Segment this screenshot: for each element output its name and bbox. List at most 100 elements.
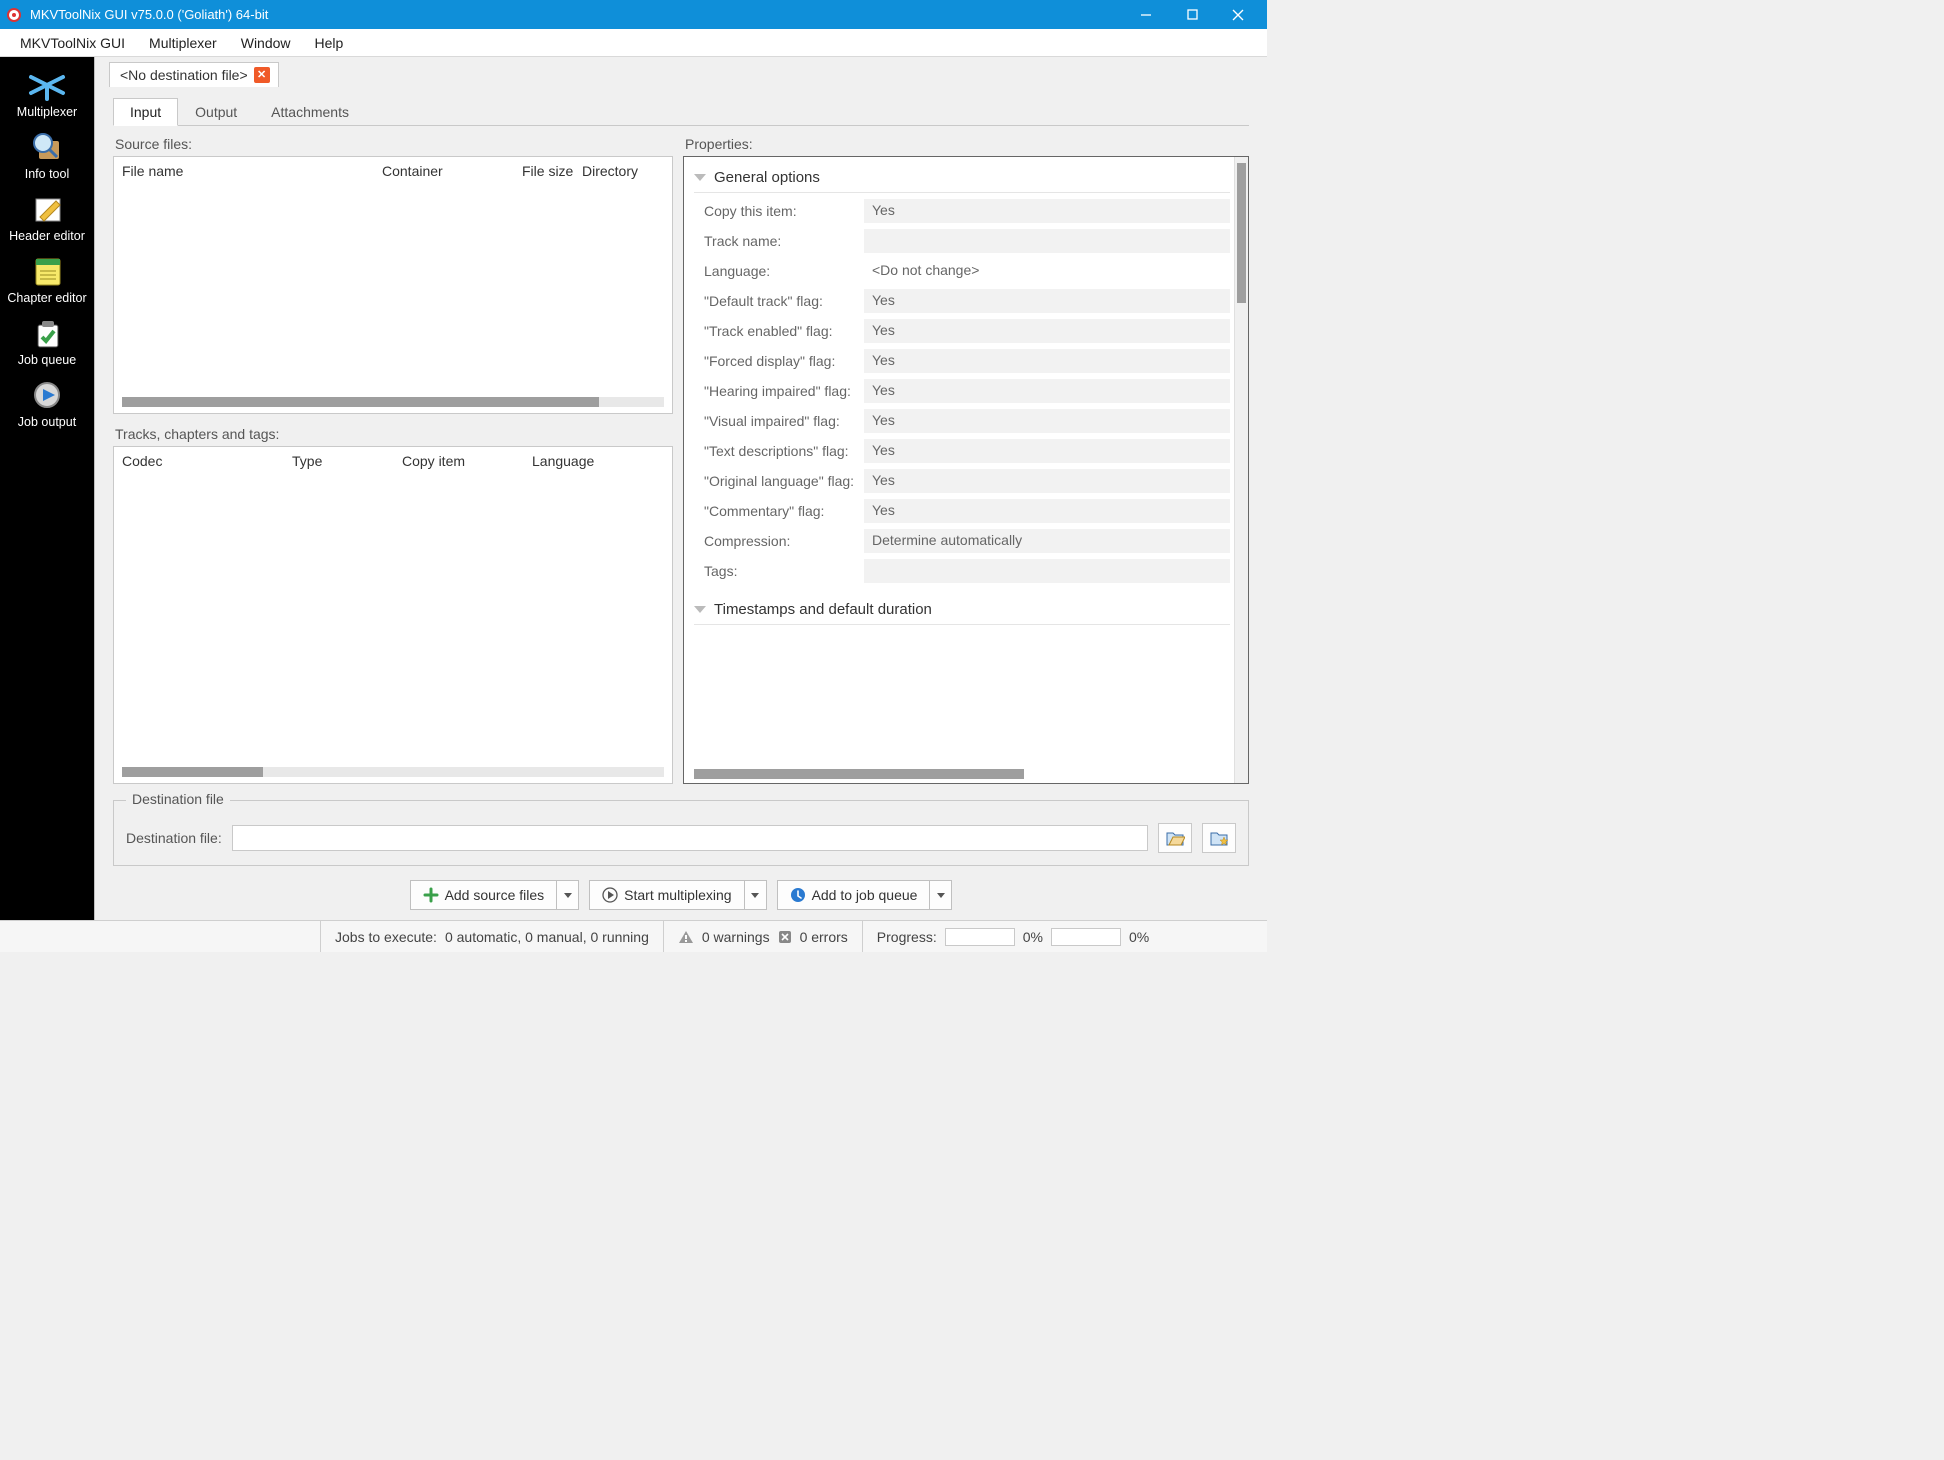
chevron-down-icon	[694, 174, 706, 181]
tab-attachments[interactable]: Attachments	[254, 98, 366, 126]
prop-label: "Forced display" flag:	[694, 353, 864, 369]
title-bar: MKVToolNix GUI v75.0.0 ('Goliath') 64-bi…	[0, 0, 1267, 29]
button-label: Add to job queue	[812, 887, 918, 903]
prop-label: "Hearing impaired" flag:	[694, 383, 864, 399]
destination-group: Destination file Destination file:	[113, 800, 1249, 866]
group-general-label: General options	[714, 169, 820, 186]
prop-value[interactable]	[864, 229, 1230, 253]
progress-percent-b: 0%	[1129, 929, 1149, 945]
sidebar-item-multiplexer[interactable]: Multiplexer	[0, 61, 94, 123]
prop-value[interactable]: Yes	[864, 349, 1230, 373]
prop-tags: Tags:	[694, 559, 1230, 583]
prop-value[interactable]: Yes	[864, 469, 1230, 493]
add-source-files-button[interactable]: Add source files	[410, 880, 558, 910]
source-files-label: Source files:	[115, 136, 673, 152]
document-tab[interactable]: <No destination file> ✕	[109, 62, 279, 87]
col-container[interactable]: Container	[382, 163, 522, 179]
main-area: <No destination file> ✕ Input Output Att…	[95, 57, 1267, 920]
tracks-table[interactable]: Codec Type Copy item Language	[113, 446, 673, 784]
status-jobs-label: Jobs to execute:	[335, 929, 437, 945]
prop-label: "Commentary" flag:	[694, 503, 864, 519]
mode-tabs: Input Output Attachments	[113, 97, 1249, 126]
prop-value[interactable]: Determine automatically	[864, 529, 1230, 553]
prop-value[interactable]: Yes	[864, 409, 1230, 433]
col-type[interactable]: Type	[292, 453, 402, 469]
prop-value[interactable]: Yes	[864, 499, 1230, 523]
sidebar-label: Multiplexer	[17, 105, 77, 119]
folder-open-icon	[1165, 829, 1185, 847]
sidebar-label: Chapter editor	[7, 291, 86, 305]
prop-label: Copy this item:	[694, 203, 864, 219]
progress-bar-a	[945, 928, 1015, 946]
sidebar-item-job-output[interactable]: Job output	[0, 371, 94, 433]
properties-panel: General options Copy this item: Yes Trac…	[683, 156, 1249, 784]
prop-label: "Track enabled" flag:	[694, 323, 864, 339]
col-filename[interactable]: File name	[122, 163, 382, 179]
destination-label: Destination file:	[126, 830, 222, 846]
prop-value[interactable]: Yes	[864, 379, 1230, 403]
job-queue-icon	[26, 315, 68, 351]
add-queue-dropdown[interactable]	[930, 880, 952, 910]
col-filesize[interactable]: File size	[522, 163, 582, 179]
prop-label: "Original language" flag:	[694, 473, 864, 489]
group-general-options[interactable]: General options	[694, 163, 1230, 193]
group-timestamps[interactable]: Timestamps and default duration	[694, 595, 1230, 625]
menu-window[interactable]: Window	[229, 31, 303, 55]
sidebar-item-info[interactable]: Info tool	[0, 123, 94, 185]
col-codec[interactable]: Codec	[122, 453, 292, 469]
start-multiplexing-button[interactable]: Start multiplexing	[589, 880, 744, 910]
tracks-columns: Codec Type Copy item Language	[114, 447, 672, 475]
sidebar-label: Job queue	[18, 353, 76, 367]
status-jobs: Jobs to execute: 0 automatic, 0 manual, …	[320, 921, 663, 952]
close-tab-icon[interactable]: ✕	[254, 67, 270, 83]
menu-multiplexer[interactable]: Multiplexer	[137, 31, 229, 55]
destination-input[interactable]	[232, 825, 1148, 851]
button-label: Start multiplexing	[624, 887, 731, 903]
prop-value[interactable]: Yes	[864, 289, 1230, 313]
menu-help[interactable]: Help	[303, 31, 356, 55]
minimize-button[interactable]	[1123, 0, 1169, 29]
tracks-scrollbar[interactable]	[122, 767, 664, 777]
prop-value[interactable]: Yes	[864, 439, 1230, 463]
col-language[interactable]: Language	[532, 453, 664, 469]
app-icon	[6, 7, 22, 23]
status-jobs-value: 0 automatic, 0 manual, 0 running	[445, 929, 649, 945]
col-directory[interactable]: Directory	[582, 163, 664, 179]
source-files-table[interactable]: File name Container File size Directory	[113, 156, 673, 414]
queue-add-icon	[790, 887, 806, 903]
menu-bar: MKVToolNix GUI Multiplexer Window Help	[0, 29, 1267, 57]
prop-label: Tags:	[694, 563, 864, 579]
action-buttons: Add source files Start multiplexing Add …	[95, 874, 1267, 920]
sidebar-item-header-editor[interactable]: Header editor	[0, 185, 94, 247]
prop-text-descriptions: "Text descriptions" flag: Yes	[694, 439, 1230, 463]
prop-visual-impaired: "Visual impaired" flag: Yes	[694, 409, 1230, 433]
open-destination-button[interactable]	[1158, 823, 1192, 853]
chapter-editor-icon	[26, 253, 68, 289]
add-source-dropdown[interactable]	[557, 880, 579, 910]
prop-value[interactable]: Yes	[864, 199, 1230, 223]
sidebar-item-job-queue[interactable]: Job queue	[0, 309, 94, 371]
progress-percent-a: 0%	[1023, 929, 1043, 945]
properties-hscrollbar[interactable]	[694, 769, 1024, 779]
error-icon	[778, 930, 792, 944]
prop-forced-display: "Forced display" flag: Yes	[694, 349, 1230, 373]
properties-vscrollbar[interactable]	[1234, 157, 1248, 783]
group-timestamps-label: Timestamps and default duration	[714, 601, 932, 618]
tab-input[interactable]: Input	[113, 98, 178, 126]
prop-value[interactable]: <Do not change>	[864, 259, 1230, 283]
menu-app[interactable]: MKVToolNix GUI	[8, 31, 137, 55]
add-to-job-queue-button[interactable]: Add to job queue	[777, 880, 931, 910]
prop-value[interactable]	[864, 559, 1230, 583]
prop-value[interactable]: Yes	[864, 319, 1230, 343]
sidebar-item-chapter-editor[interactable]: Chapter editor	[0, 247, 94, 309]
button-label: Add source files	[445, 887, 545, 903]
tab-output[interactable]: Output	[178, 98, 254, 126]
close-button[interactable]	[1215, 0, 1261, 29]
col-copy[interactable]: Copy item	[402, 453, 532, 469]
maximize-button[interactable]	[1169, 0, 1215, 29]
browse-destination-button[interactable]	[1202, 823, 1236, 853]
prop-label: "Default track" flag:	[694, 293, 864, 309]
start-mux-dropdown[interactable]	[745, 880, 767, 910]
prop-label: Language:	[694, 263, 864, 279]
source-scrollbar[interactable]	[122, 397, 664, 407]
